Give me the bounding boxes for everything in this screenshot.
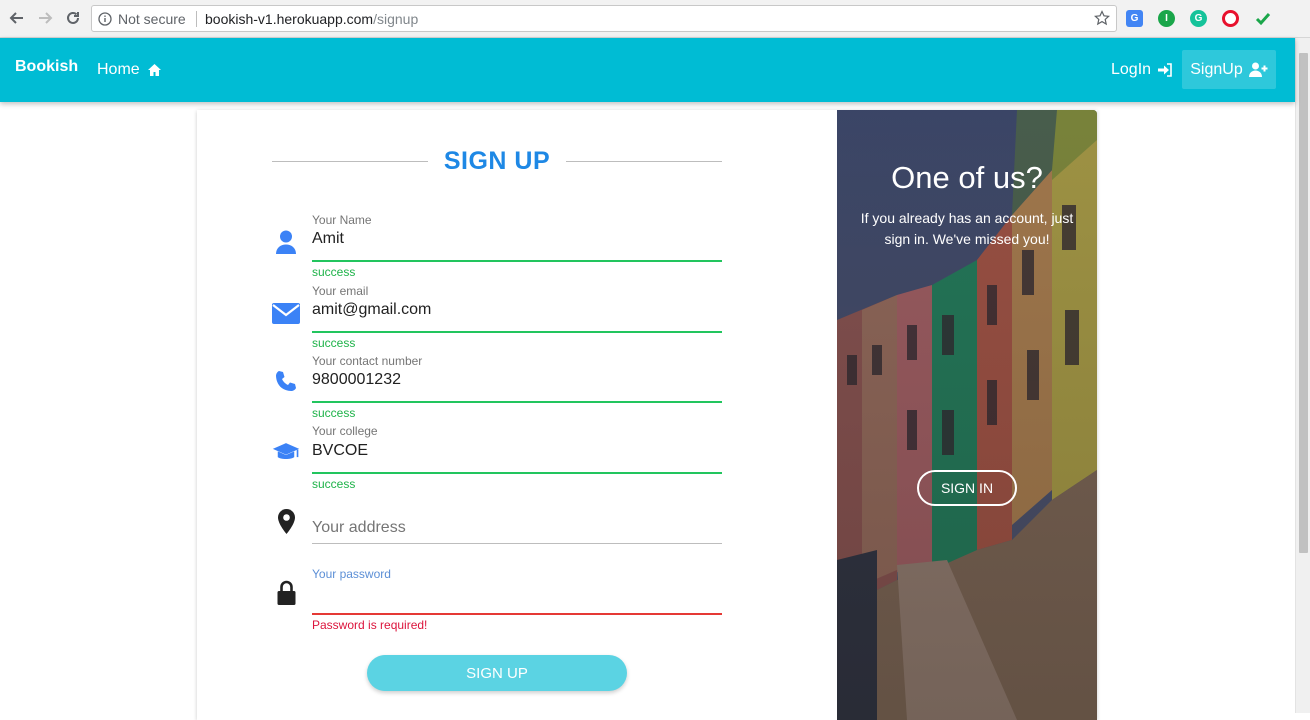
nav-home-label: Home [97, 61, 140, 78]
signup-form: SIGN UP Your Name Amit success Your emai… [197, 110, 837, 720]
signup-submit-button[interactable]: SIGN UP [367, 655, 627, 691]
email-underline [312, 331, 722, 333]
heading-divider-right [566, 160, 723, 162]
password-field: Your password Password is required! [272, 565, 722, 635]
email-input[interactable]: amit@gmail.com [312, 301, 431, 319]
nav-login-label: LogIn [1111, 61, 1152, 78]
address-input[interactable]: Your address [312, 519, 406, 537]
back-icon[interactable] [7, 8, 27, 28]
info-icon[interactable] [98, 12, 112, 31]
page-scrollbar[interactable] [1295, 38, 1310, 713]
sign-in-icon [1158, 63, 1172, 77]
form-heading-row: SIGN UP [272, 146, 723, 176]
reload-icon[interactable] [63, 8, 83, 28]
nav-signup-link[interactable]: SignUp [1182, 50, 1276, 89]
user-icon [272, 230, 300, 254]
college-field: Your college BVCOE success [272, 422, 722, 492]
signup-card: SIGN UP Your Name Amit success Your emai… [197, 110, 1097, 720]
forward-icon[interactable] [35, 8, 55, 28]
url-path: /signup [373, 11, 419, 27]
name-helper: success [312, 265, 356, 279]
bookmark-star-icon[interactable] [1094, 10, 1110, 31]
name-label: Your Name [312, 213, 372, 227]
contact-label: Your contact number [312, 354, 423, 368]
nav-signup-label: SignUp [1190, 60, 1243, 78]
scrollbar-thumb[interactable] [1299, 53, 1308, 553]
address-underline [312, 543, 722, 544]
map-marker-icon [272, 509, 300, 534]
college-underline [312, 472, 722, 474]
name-input[interactable]: Amit [312, 230, 344, 248]
graduation-cap-icon [272, 440, 300, 466]
contact-helper: success [312, 406, 356, 420]
address-divider [196, 11, 197, 27]
translate-extension-icon[interactable]: G [1126, 10, 1143, 27]
nav-home-link[interactable]: Home [97, 61, 162, 79]
college-input[interactable]: BVCOE [312, 442, 368, 460]
envelope-icon [272, 303, 300, 324]
college-helper: success [312, 477, 356, 491]
brand-logo[interactable]: Bookish [15, 58, 78, 76]
contact-input[interactable]: 9800001232 [312, 371, 401, 389]
password-error: Password is required! [312, 618, 428, 632]
lock-icon [272, 580, 300, 605]
password-underline [312, 613, 722, 615]
security-label: Not secure [118, 11, 186, 27]
grammarly-extension-icon[interactable]: G [1190, 10, 1207, 27]
app-navbar: Bookish Home LogIn SignUp [0, 38, 1295, 102]
email-label: Your email [312, 284, 369, 298]
opera-extension-icon[interactable] [1222, 10, 1239, 27]
contact-underline [312, 401, 722, 403]
nav-login-link[interactable]: LogIn [1111, 61, 1172, 79]
contact-field: Your contact number 9800001232 success [272, 352, 722, 422]
email-field: Your email amit@gmail.com success [272, 281, 722, 351]
side-panel-title: One of us? [891, 160, 1043, 195]
street-background-image [837, 110, 1097, 720]
address-field: Your address [272, 505, 722, 550]
heading-divider-left [272, 160, 428, 162]
name-underline [312, 260, 722, 262]
address-bar[interactable]: Not secure bookish-v1.herokuapp.com/sign… [91, 5, 1117, 32]
college-label: Your college [312, 424, 378, 438]
checkmark-extension-icon[interactable] [1254, 10, 1271, 27]
home-icon [147, 64, 161, 76]
name-field: Your Name Amit success [272, 210, 722, 280]
url-host: bookish-v1.herokuapp.com [205, 11, 374, 27]
sign-in-button[interactable]: SIGN IN [917, 470, 1017, 506]
form-title: SIGN UP [443, 146, 551, 175]
browser-toolbar: Not secure bookish-v1.herokuapp.com/sign… [0, 0, 1310, 38]
user-plus-icon [1248, 62, 1268, 77]
side-panel-text: If you already has an account, just sign… [860, 210, 1074, 247]
side-image-panel: One of us? If you already has an account… [837, 110, 1097, 720]
phone-icon [272, 370, 300, 392]
ublock-extension-icon[interactable]: I [1158, 10, 1175, 27]
url-text: bookish-v1.herokuapp.com/signup [205, 11, 418, 27]
password-label: Your password [312, 567, 391, 581]
email-helper: success [312, 336, 356, 350]
